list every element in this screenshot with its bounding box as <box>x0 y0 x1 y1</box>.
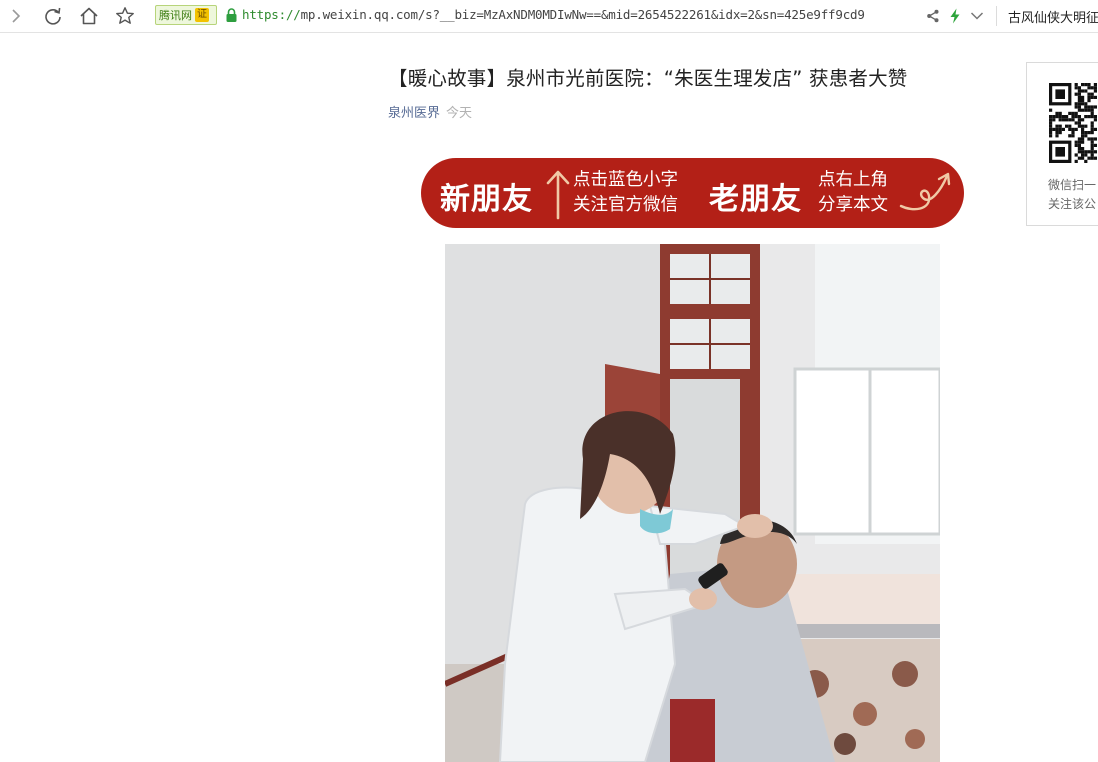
certificate-name: 腾讯网 <box>159 9 192 22</box>
bookmark-item[interactable]: 古风仙侠大明征 <box>1008 7 1098 26</box>
browser-toolbar: 腾讯网 证 https://mp.weixin.qq.com/s?__biz=M… <box>0 0 1098 33</box>
article-photo[interactable] <box>445 244 940 762</box>
url-text: mp.weixin.qq.com/s?__biz=MzAxNDM0MDIwNw=… <box>300 7 865 22</box>
new-friend-line2: 关注官方微信 <box>573 195 678 215</box>
forward-icon[interactable] <box>4 4 28 28</box>
qr-caption-line1: 微信扫一 <box>1048 178 1097 192</box>
toolbar-divider <box>996 6 997 26</box>
certificate-mark: 证 <box>195 8 209 22</box>
old-friend-label: 老朋友 <box>709 182 802 217</box>
address-bar[interactable]: https://mp.weixin.qq.com/s?__biz=MzAxNDM… <box>242 7 918 25</box>
site-certificate-badge[interactable]: 腾讯网 证 <box>155 5 217 25</box>
old-friend-line2: 分享本文 <box>818 195 888 215</box>
new-friend-line1: 点击蓝色小字 <box>573 170 678 190</box>
url-scheme: https:// <box>242 7 301 22</box>
new-friend-label: 新朋友 <box>440 182 533 217</box>
qr-code-image <box>1049 83 1097 163</box>
follow-banner: 新朋友 点击蓝色小字 关注官方微信 老朋友 点右上角 分享本文 <box>421 158 964 228</box>
qr-caption: 微信扫一 关注该公 <box>1048 176 1096 214</box>
refresh-icon[interactable] <box>41 4 65 28</box>
share-icon[interactable] <box>921 4 945 28</box>
arrow-up-icon <box>546 170 570 220</box>
home-icon[interactable] <box>77 4 101 28</box>
qr-code-panel[interactable]: 微信扫一 关注该公 <box>1026 62 1098 226</box>
curved-arrow-icon <box>899 172 951 211</box>
old-friend-line1: 点右上角 <box>818 170 888 190</box>
secure-lock-icon[interactable] <box>225 8 238 27</box>
chevron-down-icon[interactable] <box>965 4 989 28</box>
article-title: 【暖心故事】泉州市光前医院：“朱医生理发店” 获患者大赞 <box>388 67 908 90</box>
bookmark-star-icon[interactable] <box>113 4 137 28</box>
qr-caption-line2: 关注该公 <box>1048 197 1097 211</box>
article-meta: 泉州医界 今天 <box>388 102 472 121</box>
lightning-icon[interactable] <box>943 4 967 28</box>
account-name-link[interactable]: 泉州医界 <box>388 106 440 121</box>
publish-date: 今天 <box>446 106 473 121</box>
